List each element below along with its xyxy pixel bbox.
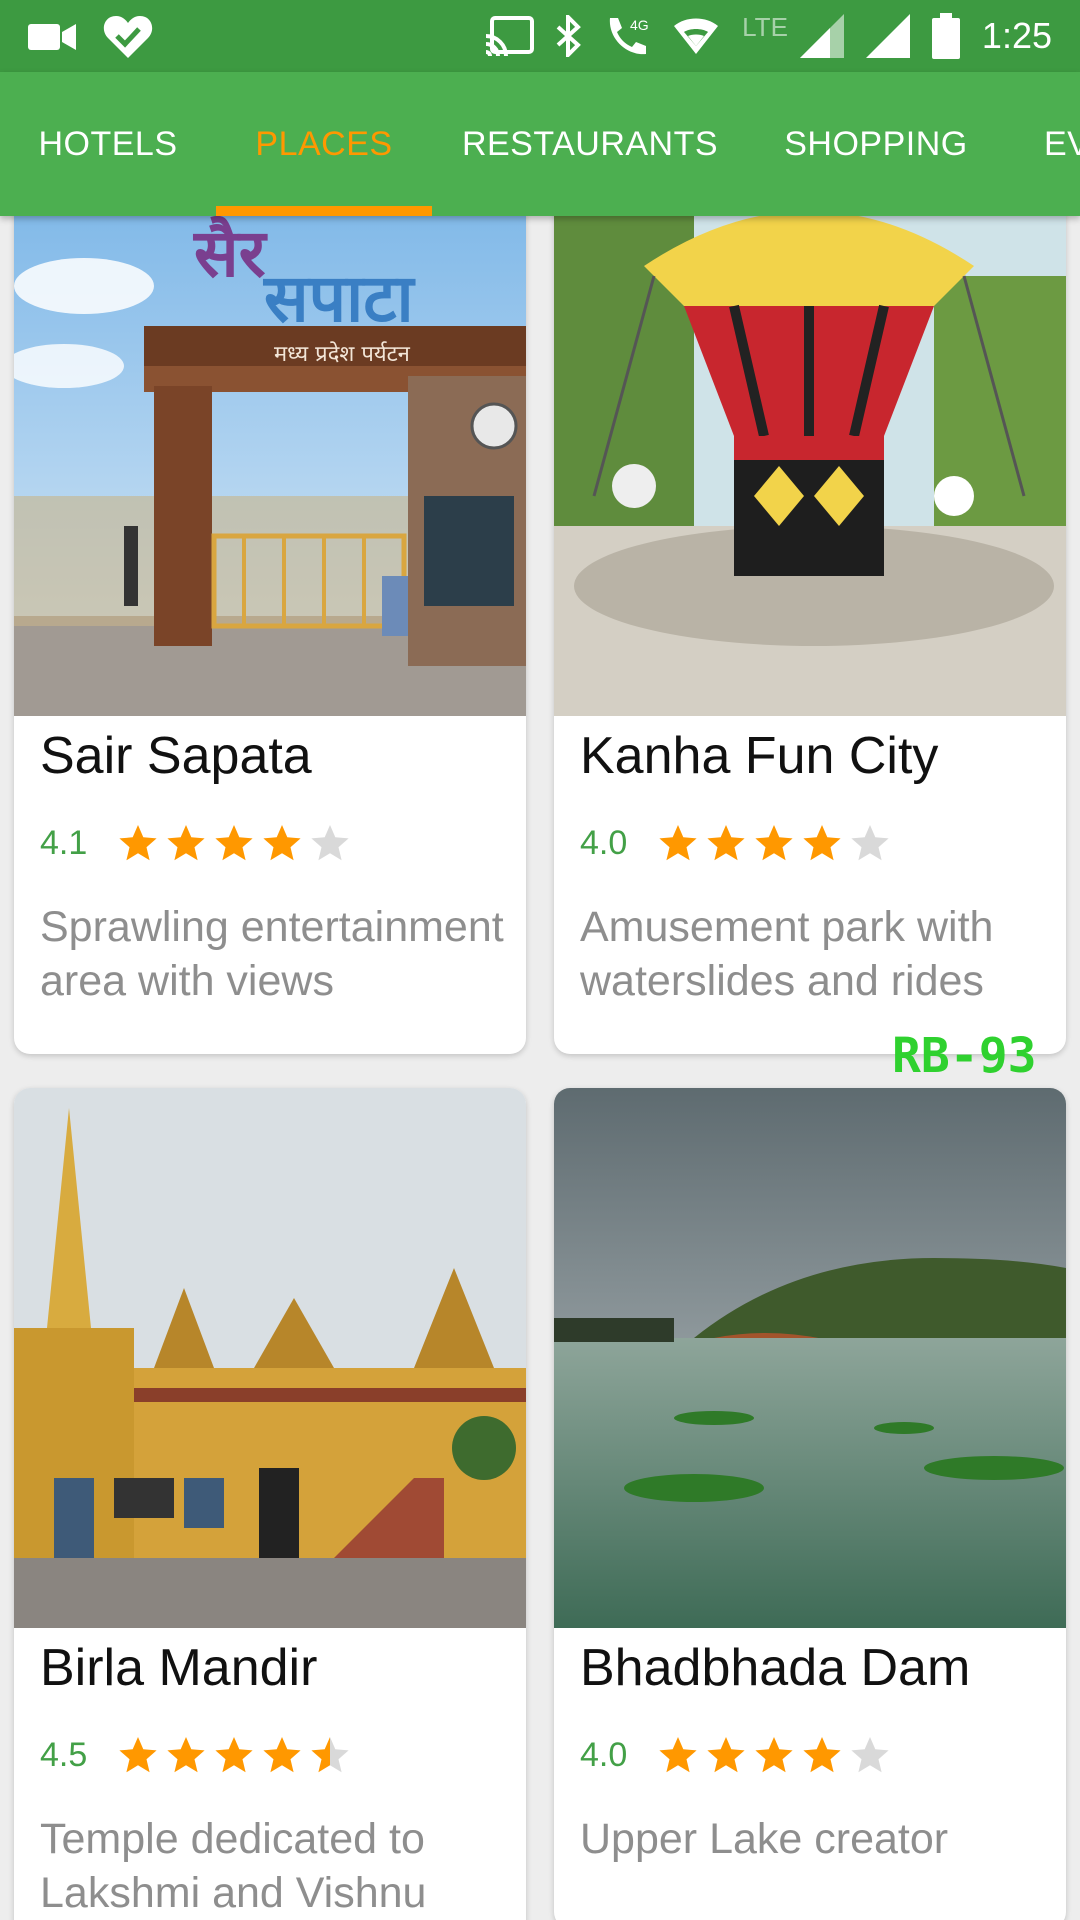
place-photo xyxy=(554,1088,1066,1628)
signal-icon xyxy=(865,14,910,58)
star-half-icon xyxy=(311,1737,349,1773)
star-filled-icon xyxy=(167,1737,205,1773)
place-photo xyxy=(14,1088,526,1628)
svg-text:मध्य प्रदेश पर्यटन: मध्य प्रदेश पर्यटन xyxy=(274,341,411,367)
signal-icon xyxy=(799,14,844,58)
star-filled-icon xyxy=(659,825,697,861)
place-description: Sprawling entertainment area with views xyxy=(40,903,504,1005)
places-grid: सैर सपाटा मध्य प्रदेश पर्यटन Sair Sapata… xyxy=(0,216,1080,1920)
place-card[interactable]: सैर सपाटा मध्य प्रदेश पर्यटन Sair Sapata… xyxy=(14,216,526,1054)
active-tab-indicator xyxy=(216,206,432,216)
star-filled-icon xyxy=(803,825,841,861)
tab-restaurants[interactable]: RESTAURANTS xyxy=(432,72,748,216)
rating-value: 4.5 xyxy=(40,1735,88,1774)
rating-row: 4.1 xyxy=(40,823,350,863)
category-tab-bar: HOTELS PLACES RESTAURANTS SHOPPING EV xyxy=(0,72,1080,216)
star-filled-icon xyxy=(167,825,205,861)
place-description: Temple dedicated to Lakshmi and Vishnu xyxy=(40,1815,427,1917)
video-camera-icon xyxy=(28,24,76,50)
star-filled-icon xyxy=(215,1737,253,1773)
cast-icon xyxy=(485,16,535,56)
battery-icon xyxy=(931,13,960,59)
place-name: Birla Mandir xyxy=(40,1639,318,1697)
place-photo: सैर सपाटा मध्य प्रदेश पर्यटन xyxy=(14,216,526,716)
place-photo xyxy=(554,216,1066,716)
star-filled-icon xyxy=(755,1737,793,1773)
star-filled-icon xyxy=(755,825,793,861)
svg-text:सैर: सैर xyxy=(192,216,269,292)
place-card[interactable]: Birla Mandir 4.5 Temple dedicated to Lak… xyxy=(14,1088,526,1920)
star-filled-icon xyxy=(707,1737,745,1773)
place-name: Kanha Fun City xyxy=(580,727,939,785)
star-filled-icon xyxy=(263,825,301,861)
star-filled-icon xyxy=(119,825,157,861)
place-name: Sair Sapata xyxy=(40,727,312,785)
tab-events[interactable]: EV xyxy=(1004,72,1080,216)
star-rating xyxy=(658,823,890,863)
svg-text:सपाटा: सपाटा xyxy=(262,259,416,337)
rating-value: 4.1 xyxy=(40,823,88,862)
tab-hotels[interactable]: HOTELS xyxy=(0,72,216,216)
heart-check-icon xyxy=(103,16,153,58)
network-type-label: LTE xyxy=(742,12,788,42)
rating-row: 4.5 xyxy=(40,1735,350,1775)
star-rating xyxy=(118,823,350,863)
status-bar: 4G LTE 1:25 xyxy=(0,0,1080,72)
place-name: Bhadbhada Dam xyxy=(580,1639,971,1697)
star-filled-icon xyxy=(803,1737,841,1773)
place-card[interactable]: Bhadbhada Dam 4.0 Upper Lake creator xyxy=(554,1088,1066,1920)
star-filled-icon xyxy=(707,825,745,861)
tab-shopping[interactable]: SHOPPING xyxy=(748,72,1004,216)
star-filled-icon xyxy=(119,1737,157,1773)
bluetooth-icon xyxy=(556,15,582,57)
place-description: Amusement park with waterslides and ride… xyxy=(580,903,994,1005)
wifi-call-icon: 4G xyxy=(610,17,649,55)
star-rating xyxy=(658,1735,890,1775)
star-rating xyxy=(118,1735,350,1775)
svg-text:4G: 4G xyxy=(630,17,649,33)
place-card[interactable]: Kanha Fun City 4.0 Amusement park with w… xyxy=(554,216,1066,1054)
star-empty-icon xyxy=(851,825,889,861)
tab-places[interactable]: PLACES xyxy=(216,72,432,216)
status-time: 1:25 xyxy=(981,15,1052,56)
star-filled-icon xyxy=(263,1737,301,1773)
watermark-label: RB-93 xyxy=(892,1028,1037,1084)
star-empty-icon xyxy=(851,1737,889,1773)
rating-row: 4.0 xyxy=(580,823,890,863)
rating-value: 4.0 xyxy=(580,1735,628,1774)
rating-row: 4.0 xyxy=(580,1735,890,1775)
wifi-icon xyxy=(674,18,719,54)
star-empty-icon xyxy=(311,825,349,861)
star-filled-icon xyxy=(659,1737,697,1773)
star-filled-icon xyxy=(215,825,253,861)
place-description: Upper Lake creator xyxy=(580,1815,949,1863)
rating-value: 4.0 xyxy=(580,823,628,862)
